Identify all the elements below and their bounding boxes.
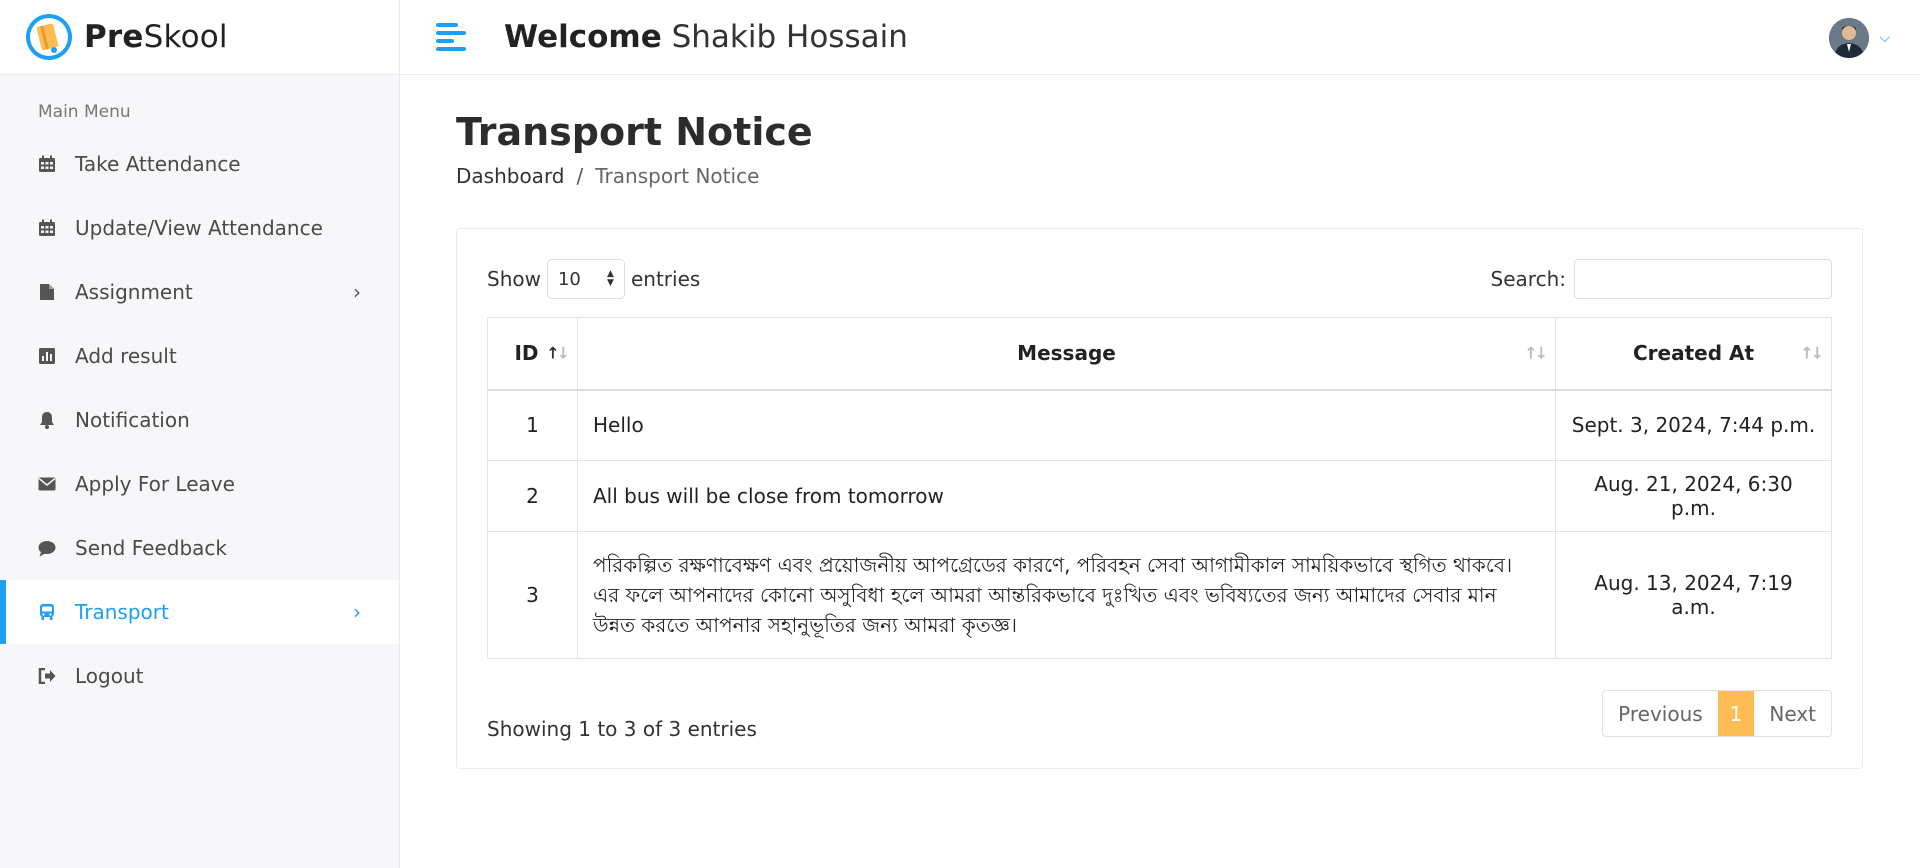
sidebar-item-label: Notification: [75, 408, 190, 432]
logo[interactable]: PreSkool: [0, 0, 399, 75]
pagination-previous-button[interactable]: Previous: [1603, 691, 1718, 736]
transport-notice-card: Show 10 ▲ ▼ entries Search: ID ↑↓ Message…: [456, 228, 1863, 769]
sidebar-item-transport[interactable]: Transport ›: [0, 580, 399, 644]
chevron-right-icon: ›: [353, 600, 361, 624]
sidebar-item-notification[interactable]: Notification: [0, 388, 399, 452]
avatar: [1829, 18, 1870, 58]
file-icon: [38, 283, 56, 301]
comment-icon: [38, 539, 56, 557]
envelope-icon: [38, 475, 56, 493]
sidebar-item-take-attendance[interactable]: Take Attendance: [0, 132, 399, 196]
pagination: Previous 1 Next: [1602, 690, 1832, 737]
entries-label: entries: [630, 267, 701, 291]
entries-select[interactable]: 10 ▲ ▼: [546, 259, 625, 299]
calendar-icon: [38, 155, 56, 173]
breadcrumb-separator: /: [576, 164, 584, 188]
bell-icon: [38, 411, 56, 429]
sidebar-item-apply-for-leave[interactable]: Apply For Leave: [0, 452, 399, 516]
sidebar-item-label: Update/View Attendance: [75, 216, 323, 240]
user-name: Shakib Hossain: [671, 19, 908, 55]
cell-message: All bus will be close from tomorrow: [577, 460, 1556, 532]
bus-icon: [38, 603, 56, 621]
pagination-page-button[interactable]: 1: [1717, 691, 1755, 736]
sort-icon: ↑↓: [1524, 343, 1548, 363]
cell-created-at: Aug. 13, 2024, 7:19 a.m.: [1555, 531, 1832, 659]
page-title: Transport Notice: [456, 110, 813, 154]
table-row: 1 Hello Sept. 3, 2024, 7:44 p.m.: [487, 389, 1832, 461]
page-size-control: Show 10 ▲ ▼ entries: [487, 259, 700, 299]
menu-section-title: Main Menu: [38, 102, 131, 122]
search-input[interactable]: [1574, 259, 1832, 299]
entries-select-value: 10: [557, 268, 581, 290]
sidebar-item-update-view-attendance[interactable]: Update/View Attendance: [0, 196, 399, 260]
logo-text: PreSkool: [84, 19, 228, 55]
column-header-created-at[interactable]: Created At ↑↓: [1555, 317, 1832, 391]
chart-icon: [38, 347, 56, 365]
sidebar-item-logout[interactable]: Logout: [0, 644, 399, 708]
cell-created-at: Sept. 3, 2024, 7:44 p.m.: [1555, 389, 1832, 461]
notice-table: ID ↑↓ Message ↑↓ Created At ↑↓ 1 Hello S…: [487, 317, 1832, 659]
welcome-text: Welcome Shakib Hossain: [504, 19, 908, 55]
user-menu[interactable]: ⌵: [1829, 18, 1890, 58]
sidebar-item-label: Transport: [75, 600, 169, 624]
sidebar-item-send-feedback[interactable]: Send Feedback: [0, 516, 399, 580]
logout-icon: [38, 667, 56, 685]
column-header-id[interactable]: ID ↑↓: [487, 317, 578, 391]
sidebar-item-label: Apply For Leave: [75, 472, 235, 496]
sidebar-item-assignment[interactable]: Assignment ›: [0, 260, 399, 324]
pagination-next-button[interactable]: Next: [1754, 691, 1831, 736]
logo-icon: [24, 12, 74, 62]
breadcrumb-current: Transport Notice: [595, 164, 760, 188]
sidebar-item-label: Assignment: [75, 280, 193, 304]
cell-created-at: Aug. 21, 2024, 6:30 p.m.: [1555, 460, 1832, 532]
menu-toggle-icon[interactable]: [436, 23, 466, 51]
select-arrows-icon: ▲ ▼: [607, 269, 614, 288]
sidebar-menu: Take Attendance Update/View Attendance A…: [0, 132, 399, 708]
breadcrumb: Dashboard / Transport Notice: [456, 164, 759, 188]
column-header-message[interactable]: Message ↑↓: [577, 317, 1556, 391]
show-label: Show: [487, 267, 541, 291]
cell-id: 1: [487, 389, 578, 461]
calendar-icon: [38, 219, 56, 237]
search-label: Search:: [1490, 267, 1566, 291]
sidebar-item-label: Add result: [75, 344, 177, 368]
cell-id: 2: [487, 460, 578, 532]
sidebar-item-label: Send Feedback: [75, 536, 227, 560]
table-row: 3 পরিকল্পিত রক্ষণাবেক্ষণ এবং প্রয়োজনীয়…: [487, 531, 1832, 659]
cell-message: Hello: [577, 389, 1556, 461]
sort-icon: ↑↓: [1800, 343, 1824, 363]
cell-id: 3: [487, 531, 578, 659]
search-control: Search:: [1491, 259, 1832, 299]
table-info: Showing 1 to 3 of 3 entries: [487, 717, 757, 741]
top-header: Welcome Shakib Hossain ⌵: [400, 0, 1920, 75]
table-row: 2 All bus will be close from tomorrow Au…: [487, 460, 1832, 532]
cell-message: পরিকল্পিত রক্ষণাবেক্ষণ এবং প্রয়োজনীয় আ…: [577, 531, 1556, 659]
sidebar: PreSkool Main Menu Take Attendance Updat…: [0, 0, 400, 868]
chevron-right-icon: ›: [353, 280, 361, 304]
sidebar-item-label: Take Attendance: [75, 152, 241, 176]
sidebar-item-add-result[interactable]: Add result: [0, 324, 399, 388]
sort-asc-icon: ↑↓: [546, 343, 570, 363]
chevron-down-icon: ⌵: [1879, 30, 1890, 46]
breadcrumb-dashboard-link[interactable]: Dashboard: [456, 164, 565, 188]
sidebar-item-label: Logout: [75, 664, 144, 688]
